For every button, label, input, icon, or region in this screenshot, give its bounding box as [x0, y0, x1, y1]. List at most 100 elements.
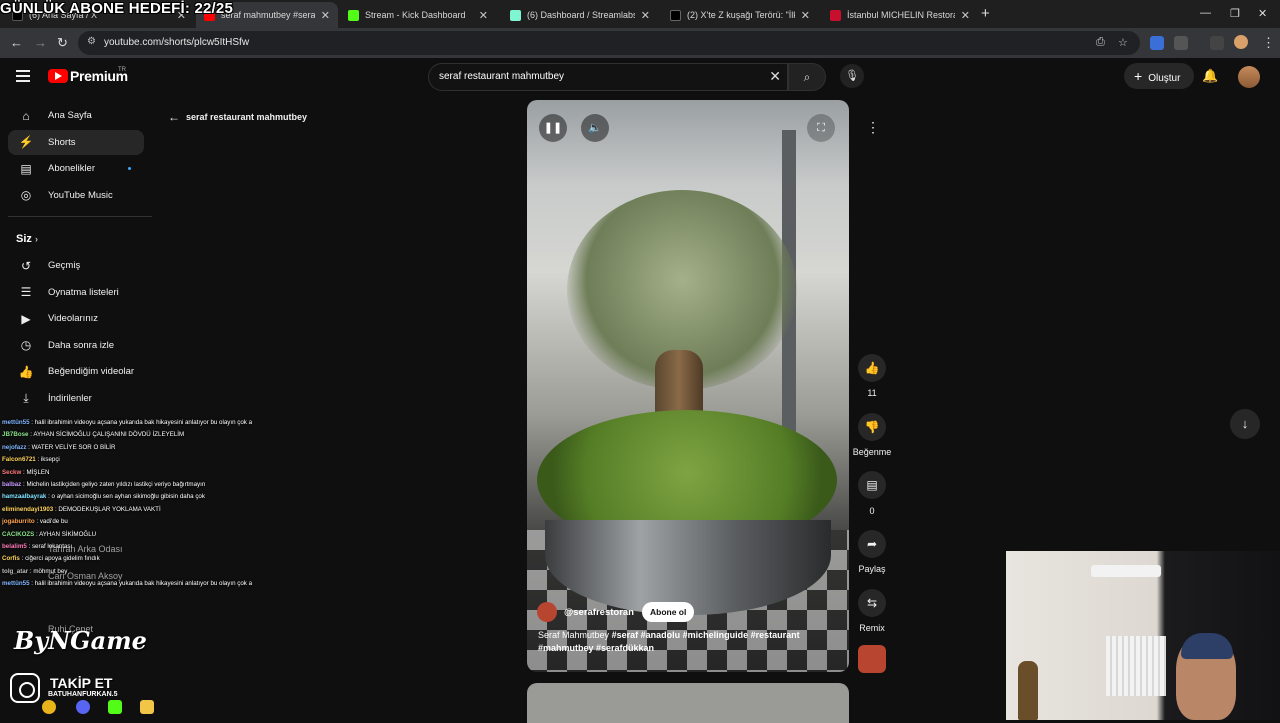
pause-icon[interactable]: ❚❚: [539, 114, 567, 142]
browser-tab[interactable]: (6) Dashboard / Streamlabs ✕: [502, 2, 658, 28]
sidebar-item-shorts[interactable]: ⚡ Shorts: [8, 129, 144, 155]
browser-tab[interactable]: Stream - Kick Dashboard ✕: [340, 2, 496, 28]
install-app-icon[interactable]: ⎙: [1096, 36, 1105, 49]
sidebar-item-label: YouTube Music: [48, 189, 113, 201]
bookmark-star-icon[interactable]: ☆: [1118, 36, 1128, 49]
sidebar-item-watch-later[interactable]: ◷ Daha sonra izle: [8, 333, 144, 358]
remix-button[interactable]: ⇆: [858, 589, 886, 617]
forward-arrow-icon[interactable]: →: [34, 35, 47, 50]
kick-taskbar-icon[interactable]: [108, 700, 122, 714]
sidebar-item-playlists[interactable]: ☰ Oynatma listeleri: [8, 280, 144, 305]
chat-message: mettün55 : halil ibrahimin videoyu açsan…: [2, 417, 252, 429]
subscribe-button[interactable]: Abone ol: [642, 602, 695, 622]
share-button[interactable]: ➦: [858, 530, 886, 558]
volume-icon[interactable]: 🔈: [581, 114, 609, 142]
search-input[interactable]: seraf restaurant mahmutbey: [439, 71, 564, 82]
sidebar-section-you[interactable]: Siz ›: [16, 233, 38, 245]
sidebar-item-liked[interactable]: 👍 Beğendiğim videolar: [8, 359, 144, 384]
extensions-puzzle-icon[interactable]: [1174, 36, 1188, 50]
sidebar-item-downloads[interactable]: ⤓ İndirilenler: [8, 386, 144, 411]
close-icon[interactable]: ✕: [961, 9, 970, 22]
search-box[interactable]: seraf restaurant mahmutbey ✕: [428, 63, 788, 91]
media-controls-icon[interactable]: [1210, 36, 1224, 50]
more-options-icon[interactable]: ⋮: [862, 116, 884, 138]
next-short-preview[interactable]: [527, 683, 849, 723]
chat-username: CACIKOZS: [2, 530, 35, 538]
site-info-icon[interactable]: ⚙: [87, 36, 96, 47]
sidebar-item-history[interactable]: ↺ Geçmiş: [8, 253, 144, 278]
discord-taskbar-icon[interactable]: [76, 700, 90, 714]
chat-username: nejofazz: [2, 443, 27, 451]
address-bar-row: ← → ↻ ⚙ youtube.com/shorts/plcw5ItHSfw ⎙…: [0, 28, 1280, 58]
voice-search-button[interactable]: 🎙: [840, 64, 864, 88]
chrome-taskbar-icon[interactable]: [42, 700, 56, 714]
sidebar-item-music[interactable]: ◎ YouTube Music: [8, 183, 144, 208]
back-arrow-icon[interactable]: ←: [168, 110, 180, 124]
folder-taskbar-icon[interactable]: [140, 700, 154, 714]
dislike-button[interactable]: 👎: [858, 413, 886, 441]
tab-title: (2) X'te Z kuşağı Terörü: "İlk bul: [687, 10, 795, 20]
comments-button[interactable]: ▤: [858, 471, 886, 499]
tab-title: seraf mahmutbey #seraf #anadolu: [221, 10, 315, 20]
next-short-button[interactable]: ↓: [1230, 409, 1260, 439]
liked-icon: 👍: [18, 364, 34, 379]
instagram-icon: [10, 673, 40, 703]
create-button[interactable]: + Oluştur: [1124, 63, 1194, 89]
downloads-icon: ⤓: [23, 391, 29, 405]
chat-username: belalim5: [2, 543, 27, 551]
sidebar-item-home[interactable]: ⌂ Ana Sayfa: [8, 103, 144, 128]
restore-icon[interactable]: ❐: [1230, 7, 1240, 20]
tab-title: Stream - Kick Dashboard: [365, 10, 466, 20]
fullscreen-icon[interactable]: ⛶: [807, 114, 835, 142]
plus-icon: +: [1134, 68, 1143, 84]
like-button[interactable]: 👍: [858, 354, 886, 382]
minimize-icon[interactable]: —: [1200, 7, 1211, 19]
close-icon[interactable]: ✕: [479, 9, 488, 22]
youtube-logo-icon[interactable]: [48, 69, 68, 83]
michelin-favicon-icon: [830, 9, 841, 21]
close-icon[interactable]: ✕: [641, 9, 650, 22]
browser-tab[interactable]: (2) X'te Z kuşağı Terörü: "İlk bul ✕: [662, 2, 818, 28]
search-button[interactable]: ⌕: [788, 63, 826, 91]
chat-text: AYHAN SİKİMOĞLU: [39, 530, 97, 538]
extension-icon[interactable]: [1150, 36, 1164, 50]
profile-avatar-small[interactable]: [1234, 35, 1248, 49]
channel-name[interactable]: @serafrestoran: [564, 607, 634, 618]
clear-search-icon[interactable]: ✕: [769, 68, 781, 85]
hamburger-menu-icon[interactable]: [16, 70, 30, 85]
chat-username: mettün55: [2, 419, 30, 426]
short-video-player[interactable]: ❚❚ 🔈 ⛶ @serafrestoran Abone ol Seraf Mah…: [527, 100, 849, 672]
remix-icon: ⇆: [866, 596, 878, 610]
sidebar-item-subscriptions[interactable]: ▤ Abonelikler: [8, 156, 144, 181]
browser-tab[interactable]: İstanbul MICHELIN Restoranları ✕: [822, 2, 978, 28]
browser-menu-icon[interactable]: ⋮: [1262, 35, 1275, 51]
watch-later-icon: ◷: [20, 338, 32, 353]
sidebar-item-label: Videolarınız: [48, 313, 98, 325]
chat-message: Corfis : ciğerci apoya gidelim fındık: [2, 553, 252, 565]
sound-channel-thumbnail[interactable]: [858, 645, 886, 673]
shorts-icon: ⚡: [18, 135, 34, 150]
chat-message: balbaz : Michelin lastikçiden geliyo zat…: [2, 479, 252, 491]
sidebar-item-label: Shorts: [48, 136, 76, 148]
sidebar-item-label: Ana Sayfa: [48, 110, 92, 121]
close-icon[interactable]: ✕: [801, 9, 810, 22]
channel-avatar[interactable]: [537, 602, 557, 622]
chat-message: elimin​endayi1903 : DEMODEKUŞLAR YOKLAMA…: [2, 504, 252, 516]
follow-handle: BATUHANFURKAN.5: [48, 691, 118, 698]
arrow-down-icon: ↓: [1241, 416, 1249, 431]
sidebar-item-your-videos[interactable]: ▶ Videolarınız: [8, 306, 144, 331]
notifications-bell-icon[interactable]: 🔔: [1202, 68, 1218, 84]
kick-favicon-icon: [348, 9, 359, 21]
back-arrow-icon[interactable]: ←: [10, 35, 23, 50]
omnibox[interactable]: ⚙ youtube.com/shorts/plcw5ItHSfw ⎙ ☆: [78, 31, 1140, 55]
hashtags[interactable]: #mahmutbey #serafdükkan: [538, 643, 654, 653]
account-avatar[interactable]: [1238, 66, 1260, 88]
short-description[interactable]: Seraf Mahmutbey #seraf #anadolu #micheli…: [538, 629, 818, 655]
chat-username: Falcon6721: [2, 456, 36, 464]
window-close-icon[interactable]: ✕: [1258, 7, 1267, 20]
hashtags[interactable]: #seraf #anadolu #michelinguide #restaura…: [612, 630, 800, 640]
close-icon[interactable]: ✕: [321, 9, 330, 22]
new-tab-icon[interactable]: +: [981, 5, 990, 22]
history-icon: ↺: [20, 258, 32, 273]
reload-icon[interactable]: ↻: [57, 35, 68, 51]
